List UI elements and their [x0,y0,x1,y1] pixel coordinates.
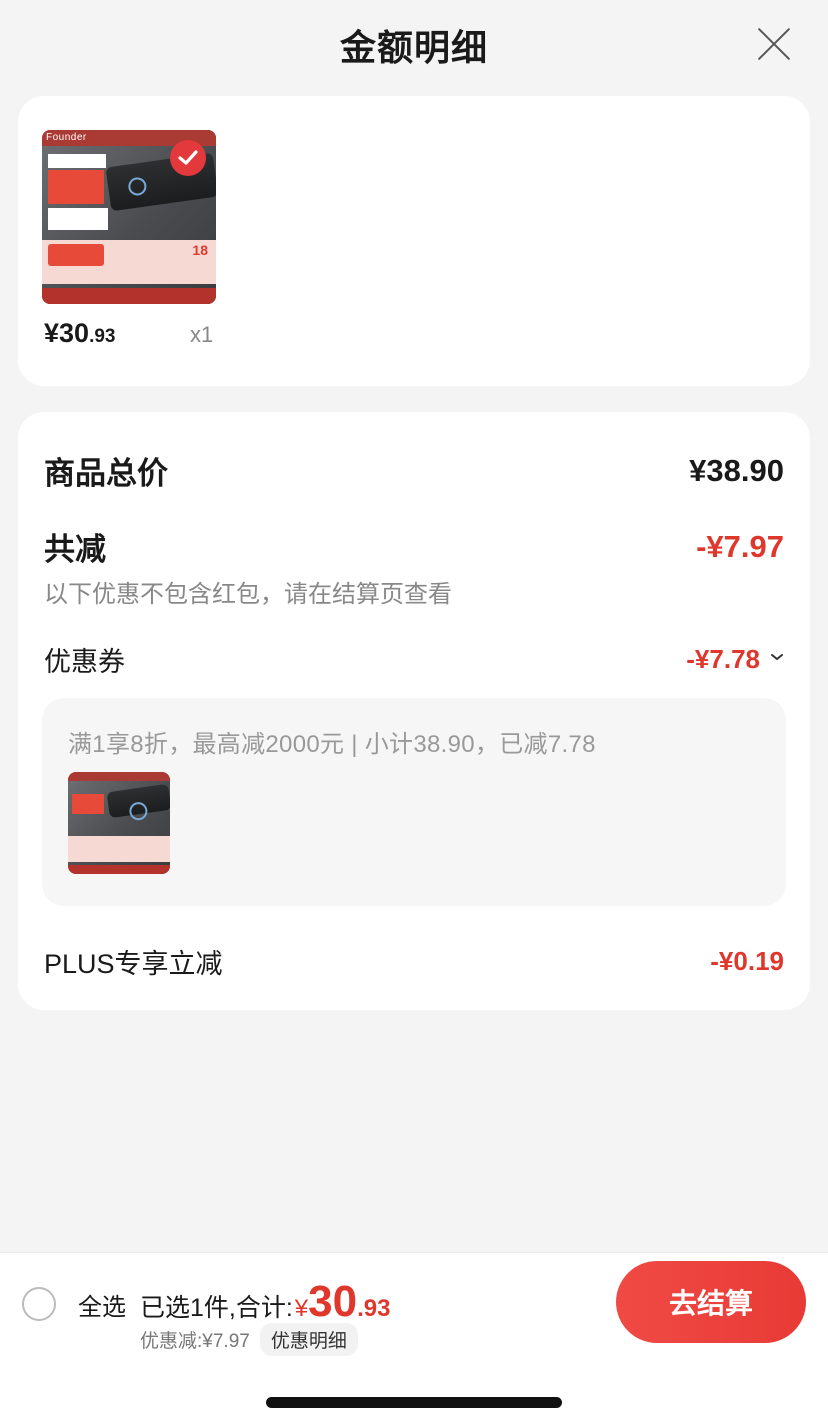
header: 金额明细 [0,0,828,90]
total-currency: ¥ [294,1295,309,1322]
product-price: ¥30.93 [44,318,116,348]
coupon-label: 优惠券 [44,647,125,677]
coupon-value: -¥7.78 [686,644,760,674]
chevron-down-icon[interactable] [770,649,784,667]
total-row: 商品总价 ¥38.90 [44,448,784,493]
discount-detail-button[interactable]: 优惠明细 [259,1323,358,1356]
product-card: Founder 18 [18,96,810,386]
close-icon[interactable] [754,24,794,64]
page-title: 金额明细 [339,27,488,68]
discount-line: 优惠减:¥7.97 优惠明细 [140,1323,358,1356]
checkout-bar: 全选 已选1件,合计: ¥ 30 .93 优惠减:¥7.97 优惠明细 去结算 [0,1252,828,1424]
total-label: 商品总价 [44,456,168,491]
plus-row: PLUS专享立减 -¥0.19 [44,942,784,981]
checkout-button[interactable]: 去结算 [616,1261,806,1343]
reduce-row: 共减 -¥7.97 [44,524,784,569]
product-quantity: x1 [190,322,214,347]
plus-value: -¥0.19 [710,946,784,976]
check-icon[interactable] [170,140,206,176]
coupon-product-thumbnail [68,772,170,874]
total-line: 已选1件,合计: ¥ 30 .93 [140,1277,390,1327]
discount-amount: 优惠减:¥7.97 [140,1331,250,1352]
total-amount-int: 30 [308,1277,358,1326]
coupon-detail-text: 满1享8折，最高减2000元 | 小计38.90，已减7.78 [68,731,596,758]
selected-count-text: 已选1件,合计: [140,1294,293,1322]
total-amount-dec: .93 [357,1295,391,1322]
coupon-row[interactable]: 优惠券 -¥7.78 [44,640,784,679]
select-all-label[interactable]: 全选 [78,1287,126,1322]
select-all-radio[interactable] [22,1287,56,1321]
plus-label: PLUS专享立减 [44,949,223,979]
reduce-label: 共减 [44,532,106,567]
coupon-detail-box: 满1享8折，最高减2000元 | 小计38.90，已减7.78 [42,698,786,906]
reduce-value: -¥7.97 [696,528,784,564]
discount-note: 以下优惠不包含红包，请在结算页查看 [44,581,452,608]
product-thumbnail[interactable]: Founder 18 [42,130,216,304]
home-indicator [266,1397,562,1408]
total-value: ¥38.90 [689,452,784,488]
price-summary-card: 商品总价 ¥38.90 共减 -¥7.97 以下优惠不包含红包，请在结算页查看 … [18,412,810,1010]
